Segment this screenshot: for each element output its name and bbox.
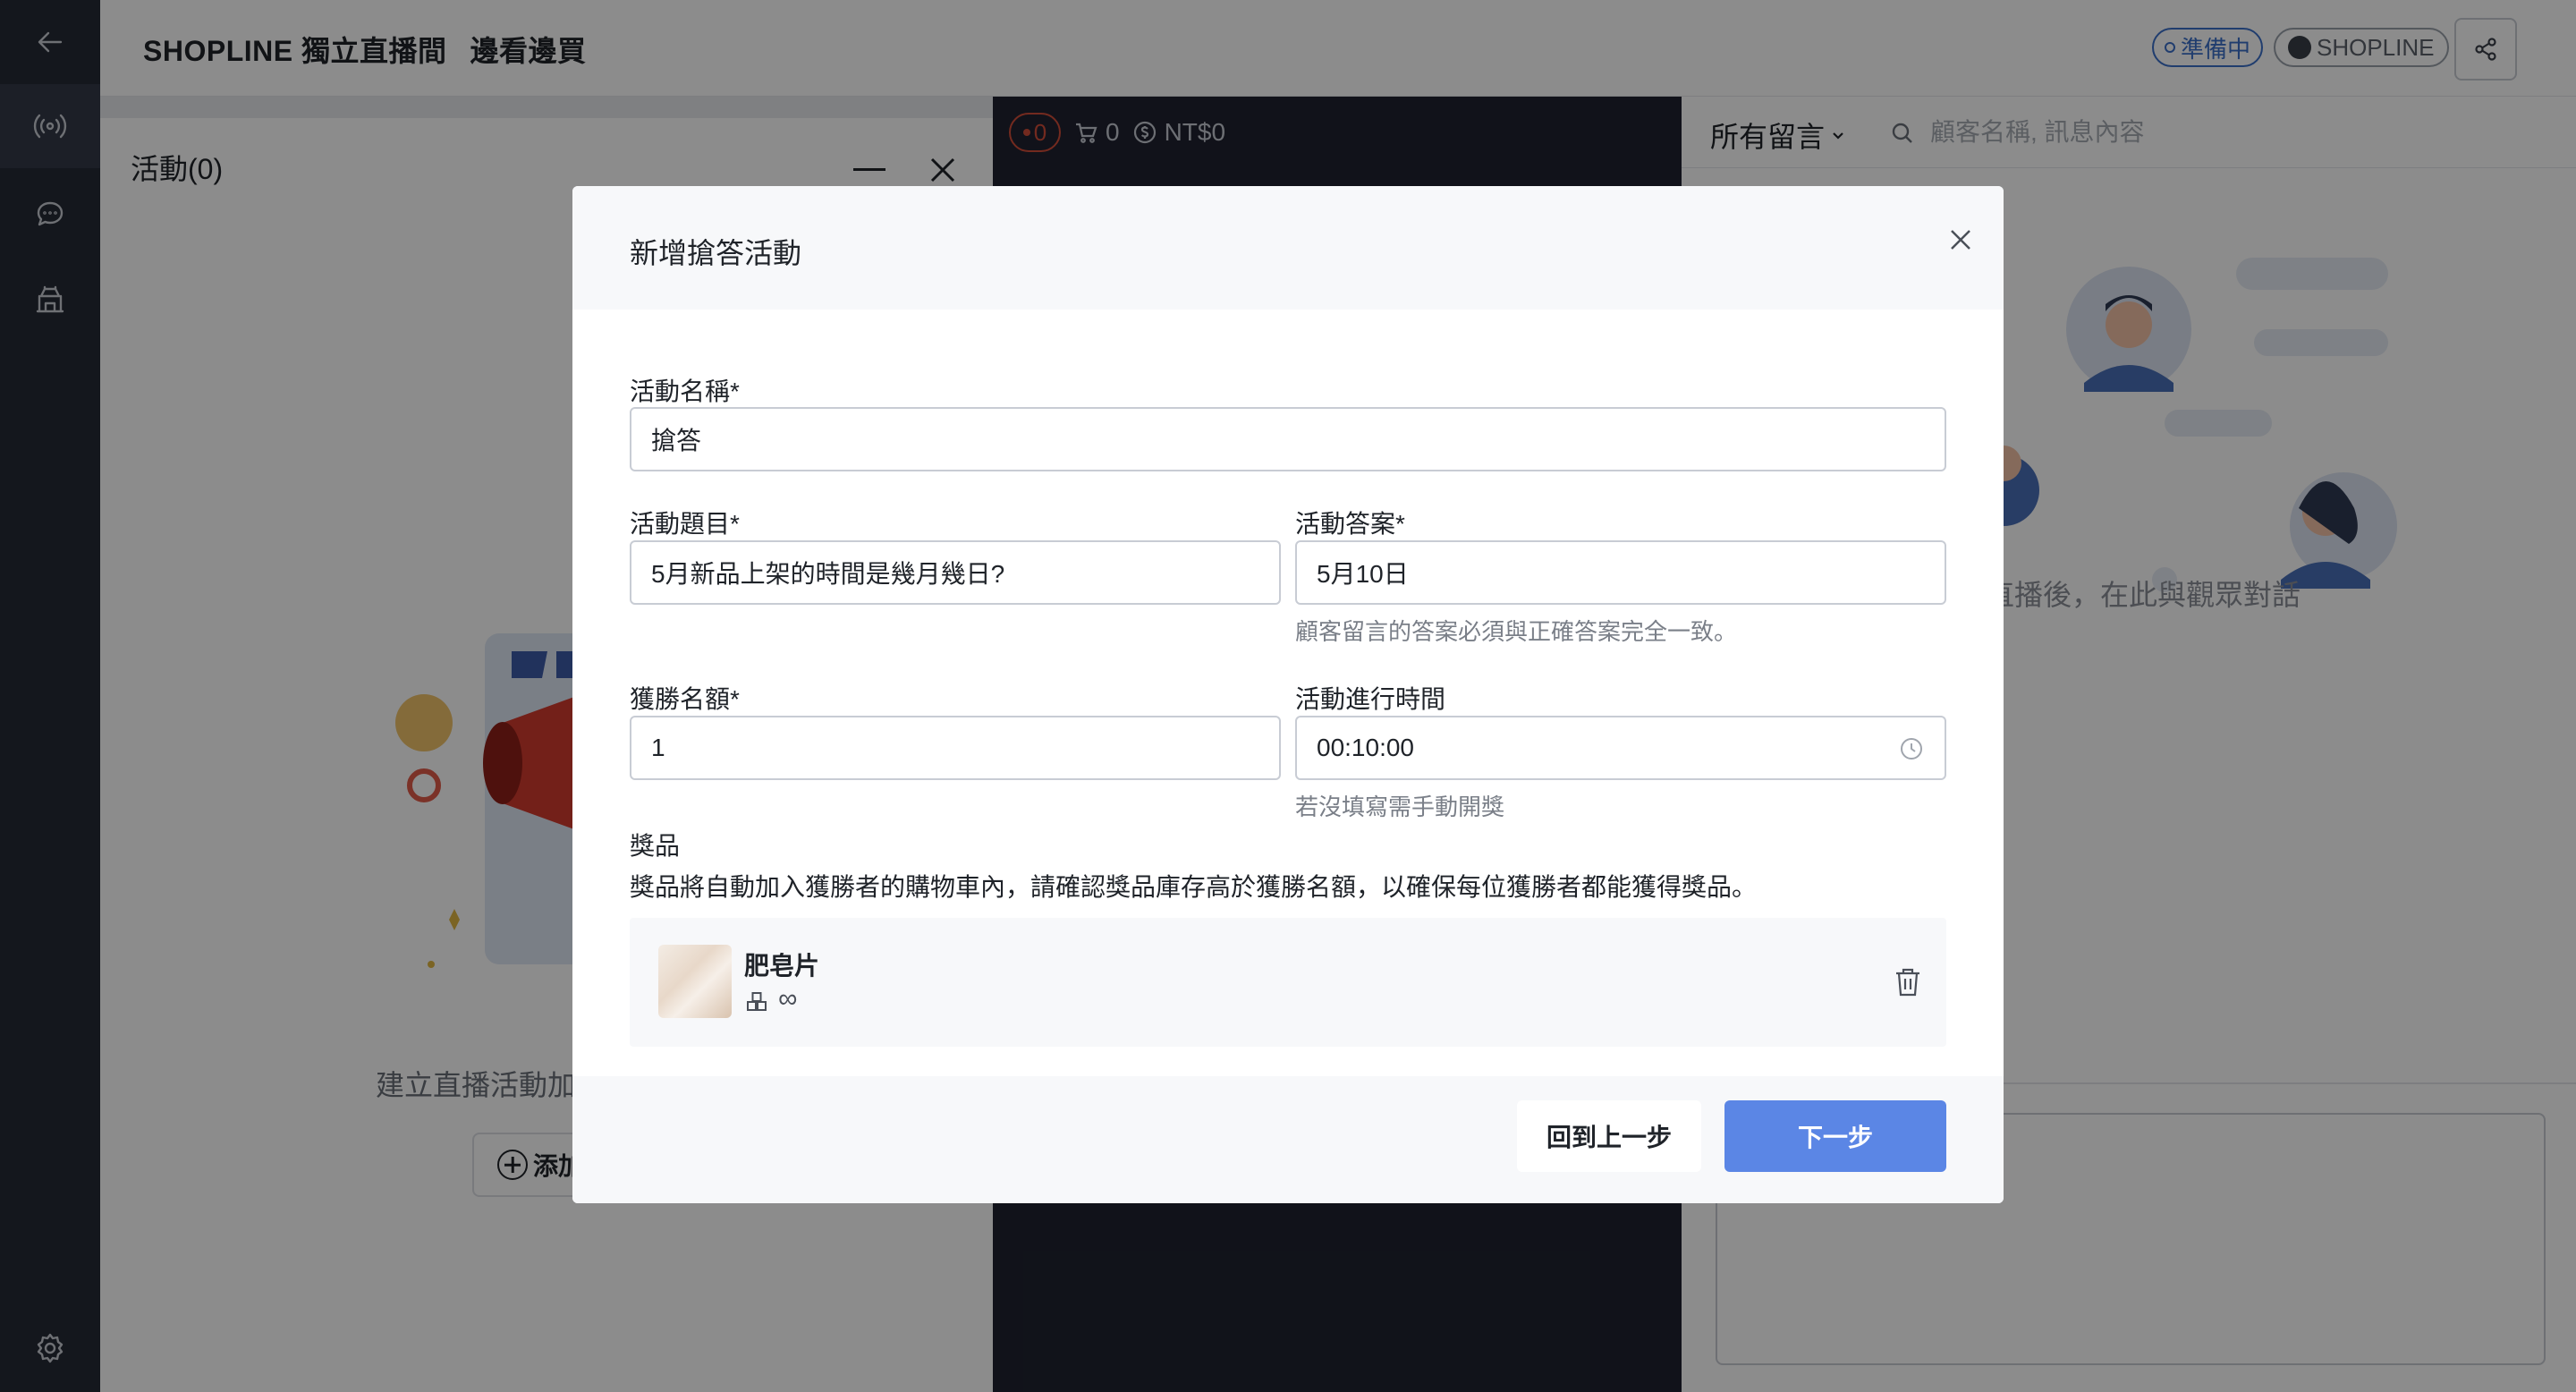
prize-label: 獎品	[630, 832, 681, 860]
next-step-button[interactable]: 下一步	[1724, 1100, 1946, 1172]
trash-icon[interactable]	[1893, 966, 1923, 998]
inventory-icon	[744, 989, 769, 1014]
create-quiz-activity-modal: 新增搶答活動 活動名稱* 搶答 活動題目* 5月新品上架的時間是幾月幾日? 活動…	[572, 186, 2004, 1203]
duration-value: 00:10:00	[1317, 734, 1414, 761]
duration-hint: 若沒填寫需手動開獎	[1295, 794, 1505, 820]
activity-name-input[interactable]: 搶答	[630, 407, 1946, 471]
activity-answer-input[interactable]: 5月10日	[1295, 540, 1946, 605]
activity-question-label: 活動題目*	[630, 510, 740, 538]
activity-question-input[interactable]: 5月新品上架的時間是幾月幾日?	[630, 540, 1281, 605]
duration-label: 活動進行時間	[1295, 685, 1446, 713]
answer-hint: 顧客留言的答案必須與正確答案完全一致。	[1295, 618, 1738, 645]
previous-step-button[interactable]: 回到上一步	[1517, 1100, 1701, 1172]
prize-item: 肥皂片 ∞	[630, 918, 1946, 1047]
prize-stock: ∞	[778, 984, 798, 1014]
modal-title: 新增搶答活動	[630, 237, 802, 269]
activity-name-label: 活動名稱*	[630, 378, 740, 405]
prize-name: 肥皂片	[744, 952, 820, 980]
modal-footer: 回到上一步 下一步	[572, 1076, 2004, 1203]
close-icon[interactable]	[1941, 220, 1980, 259]
clock-icon	[1898, 735, 1925, 762]
prize-thumbnail	[658, 945, 732, 1018]
prize-note: 獎品將自動加入獲勝者的購物車內，請確認獎品庫存高於獲勝名額，以確保每位獲勝者都能…	[630, 873, 1758, 901]
winners-count-input[interactable]: 1	[630, 716, 1281, 780]
activity-answer-label: 活動答案*	[1295, 510, 1405, 538]
modal-header: 新增搶答活動	[572, 186, 2004, 310]
duration-time-picker[interactable]: 00:10:00	[1295, 716, 1946, 780]
winners-count-label: 獲勝名額*	[630, 685, 740, 713]
